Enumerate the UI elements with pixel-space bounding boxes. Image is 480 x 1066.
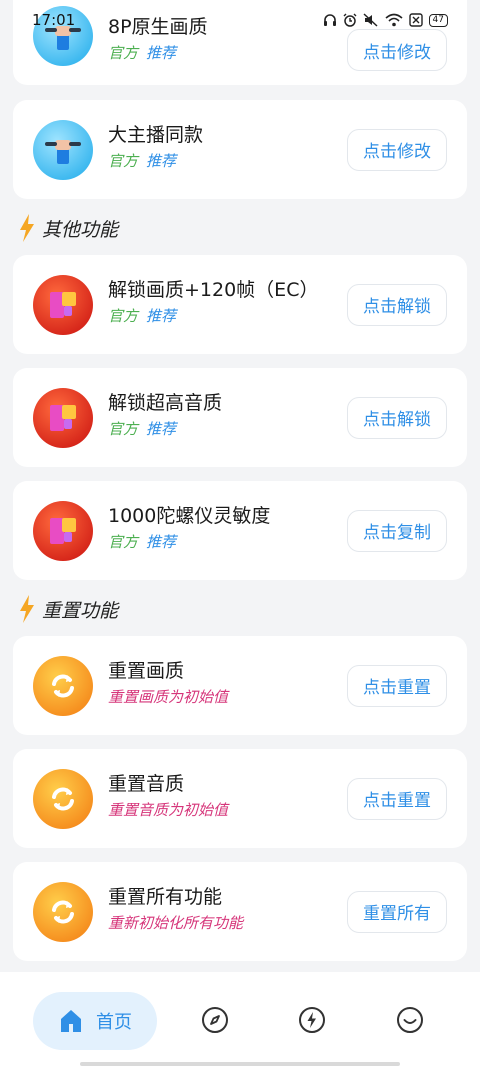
nav-home-label: 首页 [96, 1012, 132, 1033]
card-title: 解锁超高音质 [108, 392, 223, 414]
card-streamer-style: 大主播同款 官方 推荐 点击修改 [13, 100, 467, 199]
card-title: 重置画质 [108, 660, 185, 682]
section-reset: 重置功能 [18, 594, 118, 624]
card-subtitle: 重置画质为初始值 [108, 688, 229, 706]
card-reset-quality: 重置画质 重置画质为初始值 点击重置 [13, 636, 467, 735]
nav-functions[interactable] [297, 1005, 327, 1035]
sim-disabled-icon [408, 13, 423, 27]
tag-recommend: 推荐 [146, 152, 177, 170]
tag-official: 官方 [108, 152, 139, 170]
lightning-icon [20, 595, 34, 623]
card-title: 重置音质 [108, 773, 185, 795]
tag-recommend: 推荐 [146, 44, 177, 62]
smile-icon [397, 1007, 423, 1033]
refresh-icon [33, 881, 93, 942]
alarm-icon [343, 13, 357, 27]
lightning-icon [20, 214, 34, 242]
card-unlock-audio: 解锁超高音质 官方 推荐 点击解锁 [13, 368, 467, 467]
card-gyro-sensitivity: 1000陀螺仪灵敏度 官方 推荐 点击复制 [13, 481, 467, 580]
tag-recommend: 推荐 [146, 307, 177, 325]
lightning-circle-icon [299, 1007, 325, 1033]
section-title: 其他功能 [42, 218, 119, 241]
tag-recommend: 推荐 [146, 420, 177, 438]
screen: 17:01 47 8P原生画质 官方 推荐 点击修改 大主播同款 官方 推荐 点… [0, 0, 480, 1066]
tag-official: 官方 [108, 420, 139, 438]
home-icon [61, 1010, 81, 1032]
tag-recommend: 推荐 [146, 533, 177, 551]
headphones-icon [323, 14, 336, 26]
wrench-hand-icon [33, 119, 93, 180]
reset-button[interactable]: 点击重置 [347, 777, 447, 820]
card-title: 重置所有功能 [108, 886, 223, 908]
card-reset-audio: 重置音质 重置音质为初始值 点击重置 [13, 749, 467, 848]
bottom-nav: 首页 [0, 972, 480, 1066]
reset-button[interactable]: 点击重置 [347, 664, 447, 707]
compass-icon [202, 1007, 228, 1033]
puzzle-icon [33, 387, 93, 448]
tag-official: 官方 [108, 307, 139, 325]
home-indicator [80, 1062, 400, 1066]
wifi-icon [385, 13, 403, 27]
refresh-icon [33, 768, 93, 829]
mute-icon [363, 13, 378, 27]
tag-official: 官方 [108, 44, 139, 62]
card-title: 解锁画质+120帧（EC） [108, 279, 319, 301]
nav-discover[interactable] [200, 1005, 230, 1035]
status-icons: 47 [323, 13, 448, 27]
unlock-button[interactable]: 点击解锁 [347, 396, 447, 439]
card-reset-all: 重置所有功能 重新初始化所有功能 重置所有 [13, 862, 467, 961]
battery-indicator: 47 [428, 13, 448, 27]
refresh-icon [33, 655, 93, 716]
puzzle-icon [33, 274, 93, 335]
section-other: 其他功能 [18, 213, 118, 243]
modify-button[interactable]: 点击修改 [347, 128, 447, 171]
card-unlock-quality: 解锁画质+120帧（EC） 官方 推荐 点击解锁 [13, 255, 467, 354]
tag-official: 官方 [108, 533, 139, 551]
card-title: 大主播同款 [108, 124, 204, 146]
copy-button[interactable]: 点击复制 [347, 509, 447, 552]
unlock-button[interactable]: 点击解锁 [347, 283, 447, 326]
card-subtitle: 重新初始化所有功能 [108, 914, 244, 932]
section-title: 重置功能 [42, 599, 119, 622]
nav-home[interactable]: 首页 [33, 992, 157, 1050]
reset-all-button[interactable]: 重置所有 [347, 890, 447, 933]
card-subtitle: 重置音质为初始值 [108, 801, 229, 819]
nav-profile[interactable] [395, 1005, 425, 1035]
puzzle-icon [33, 500, 93, 561]
status-time: 17:01 [32, 11, 76, 29]
card-title: 1000陀螺仪灵敏度 [108, 505, 271, 527]
status-bar: 17:01 47 [0, 0, 480, 40]
